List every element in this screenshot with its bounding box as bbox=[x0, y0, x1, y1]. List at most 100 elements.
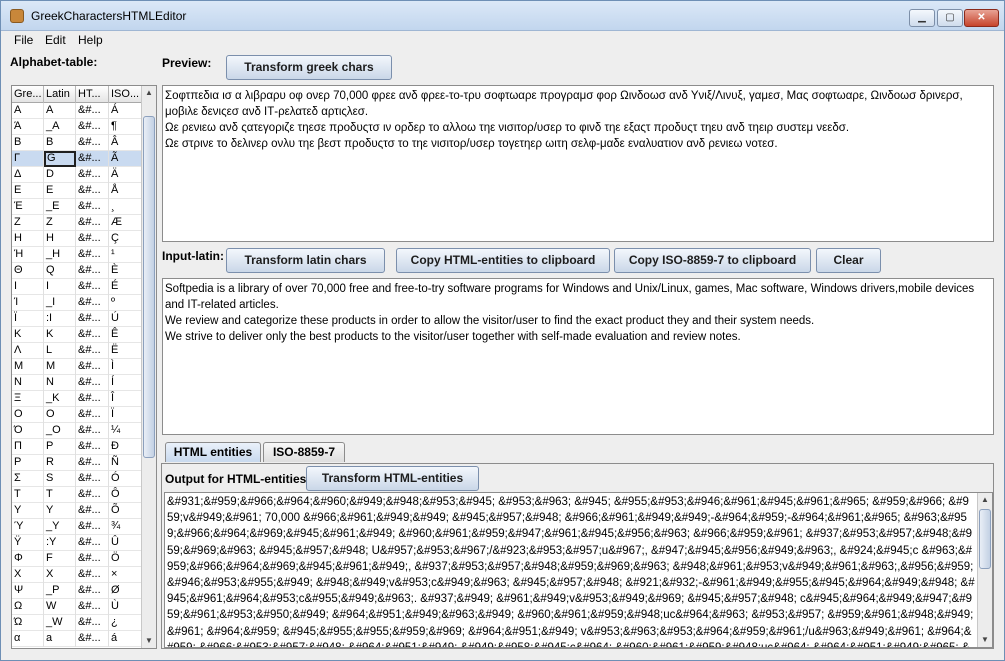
html-cell[interactable]: &#... bbox=[76, 311, 109, 327]
table-row[interactable]: Ϋ:Y &#... Û bbox=[12, 535, 142, 551]
table-row[interactable]: Ψ _P &#... Ø bbox=[12, 583, 142, 599]
table-row[interactable]: Β B &#... Â bbox=[12, 135, 142, 151]
copy-iso-button[interactable]: Copy ISO-8859-7 to clipboard bbox=[614, 248, 811, 273]
iso-cell[interactable]: Ä bbox=[109, 167, 142, 183]
latin-cell[interactable]: P bbox=[44, 439, 76, 455]
html-cell[interactable]: &#... bbox=[76, 343, 109, 359]
iso-cell[interactable]: Í bbox=[109, 375, 142, 391]
latin-cell[interactable]: F bbox=[44, 551, 76, 567]
latin-cell[interactable]: S bbox=[44, 471, 76, 487]
table-row[interactable]: Φ F &#... Ö bbox=[12, 551, 142, 567]
menu-edit[interactable]: Edit bbox=[45, 33, 66, 47]
html-cell[interactable]: &#... bbox=[76, 567, 109, 583]
iso-cell[interactable]: ¶ bbox=[109, 119, 142, 135]
iso-cell[interactable]: × bbox=[109, 567, 142, 583]
output-scroll-up-icon[interactable]: ▲ bbox=[978, 493, 992, 507]
iso-cell[interactable]: ¿ bbox=[109, 615, 142, 631]
html-cell[interactable]: &#... bbox=[76, 231, 109, 247]
latin-cell[interactable]: K bbox=[44, 327, 76, 343]
html-cell[interactable]: &#... bbox=[76, 487, 109, 503]
transform-latin-button[interactable]: Transform latin chars bbox=[226, 248, 385, 273]
greek-cell[interactable]: Ι bbox=[12, 279, 44, 295]
copy-html-button[interactable]: Copy HTML-entities to clipboard bbox=[396, 248, 610, 273]
latin-cell[interactable]: H bbox=[44, 231, 76, 247]
output-scroll-thumb[interactable] bbox=[979, 509, 991, 569]
iso-cell[interactable]: É bbox=[109, 279, 142, 295]
table-row[interactable]: Χ X &#... × bbox=[12, 567, 142, 583]
output-textarea[interactable]: &#931;&#959;&#966;&#964;&#960;&#949;&#94… bbox=[164, 492, 993, 648]
html-cell[interactable]: &#... bbox=[76, 391, 109, 407]
table-row[interactable]: Η H &#... Ç bbox=[12, 231, 142, 247]
table-row[interactable]: Γ G &#... Ã bbox=[12, 151, 142, 167]
iso-cell[interactable]: Á bbox=[109, 103, 142, 119]
latin-cell[interactable]: E bbox=[44, 183, 76, 199]
greek-cell[interactable]: Ε bbox=[12, 183, 44, 199]
greek-cell[interactable]: Ά bbox=[12, 119, 44, 135]
greek-cell[interactable]: Ο bbox=[12, 407, 44, 423]
html-cell[interactable]: &#... bbox=[76, 615, 109, 631]
latin-cell[interactable]: X bbox=[44, 567, 76, 583]
tab-iso-8859-7[interactable]: ISO-8859-7 bbox=[263, 442, 345, 462]
greek-cell[interactable]: Β bbox=[12, 135, 44, 151]
latin-cell[interactable]: _I bbox=[44, 295, 76, 311]
latin-cell[interactable]: O bbox=[44, 407, 76, 423]
latin-cell[interactable]: G bbox=[44, 151, 76, 167]
greek-cell[interactable]: Ί bbox=[12, 295, 44, 311]
iso-cell[interactable]: Ô bbox=[109, 487, 142, 503]
greek-cell[interactable]: Μ bbox=[12, 359, 44, 375]
output-scroll-down-icon[interactable]: ▼ bbox=[978, 633, 992, 647]
html-cell[interactable]: &#... bbox=[76, 599, 109, 615]
latin-cell[interactable]: T bbox=[44, 487, 76, 503]
iso-cell[interactable]: Ð bbox=[109, 439, 142, 455]
iso-cell[interactable]: Å bbox=[109, 183, 142, 199]
greek-cell[interactable]: Ω bbox=[12, 599, 44, 615]
html-cell[interactable]: &#... bbox=[76, 407, 109, 423]
latin-cell[interactable]: L bbox=[44, 343, 76, 359]
greek-cell[interactable]: Η bbox=[12, 231, 44, 247]
html-cell[interactable]: &#... bbox=[76, 151, 109, 167]
greek-cell[interactable]: Ζ bbox=[12, 215, 44, 231]
iso-cell[interactable]: Ø bbox=[109, 583, 142, 599]
greek-cell[interactable]: Ξ bbox=[12, 391, 44, 407]
greek-cell[interactable]: Ρ bbox=[12, 455, 44, 471]
html-cell[interactable]: &#... bbox=[76, 263, 109, 279]
html-cell[interactable]: &#... bbox=[76, 583, 109, 599]
table-row[interactable]: Ρ R &#... Ñ bbox=[12, 455, 142, 471]
iso-cell[interactable]: Ë bbox=[109, 343, 142, 359]
html-cell[interactable]: &#... bbox=[76, 135, 109, 151]
greek-cell[interactable]: Θ bbox=[12, 263, 44, 279]
html-cell[interactable]: &#... bbox=[76, 103, 109, 119]
table-row[interactable]: Ί _I &#... º bbox=[12, 295, 142, 311]
html-cell[interactable]: &#... bbox=[76, 183, 109, 199]
table-row[interactable]: Θ Q &#... È bbox=[12, 263, 142, 279]
col-header-greek[interactable]: Gre... bbox=[12, 86, 44, 103]
html-cell[interactable]: &#... bbox=[76, 375, 109, 391]
iso-cell[interactable]: á bbox=[109, 631, 142, 647]
latin-cell[interactable]: :I bbox=[44, 311, 76, 327]
html-cell[interactable]: &#... bbox=[76, 279, 109, 295]
iso-cell[interactable]: Æ bbox=[109, 215, 142, 231]
html-cell[interactable]: &#... bbox=[76, 439, 109, 455]
html-cell[interactable]: &#... bbox=[76, 455, 109, 471]
greek-cell[interactable]: Δ bbox=[12, 167, 44, 183]
html-cell[interactable]: &#... bbox=[76, 359, 109, 375]
html-cell[interactable]: &#... bbox=[76, 199, 109, 215]
iso-cell[interactable]: Î bbox=[109, 391, 142, 407]
maximize-button[interactable]: ▢ bbox=[937, 9, 963, 27]
close-button[interactable]: ✕ bbox=[964, 9, 999, 27]
preview-textarea[interactable]: Σοφτπεδια ισ α λιβραρυ οφ ονερ 70,000 φρ… bbox=[162, 85, 994, 242]
scroll-up-icon[interactable]: ▲ bbox=[142, 86, 156, 100]
table-row[interactable]: Ξ _K &#... Î bbox=[12, 391, 142, 407]
transform-greek-button[interactable]: Transform greek chars bbox=[226, 55, 392, 80]
latin-cell[interactable]: M bbox=[44, 359, 76, 375]
table-row[interactable]: Τ T &#... Ô bbox=[12, 487, 142, 503]
iso-cell[interactable]: Ê bbox=[109, 327, 142, 343]
tab-html-entities[interactable]: HTML entities bbox=[165, 442, 261, 462]
table-row[interactable]: Ι I &#... É bbox=[12, 279, 142, 295]
output-scrollbar[interactable]: ▲ ▼ bbox=[977, 493, 992, 647]
iso-cell[interactable]: Ã bbox=[109, 151, 142, 167]
latin-cell[interactable]: Z bbox=[44, 215, 76, 231]
greek-cell[interactable]: Ύ bbox=[12, 519, 44, 535]
clear-button[interactable]: Clear bbox=[816, 248, 881, 273]
iso-cell[interactable]: ¾ bbox=[109, 519, 142, 535]
